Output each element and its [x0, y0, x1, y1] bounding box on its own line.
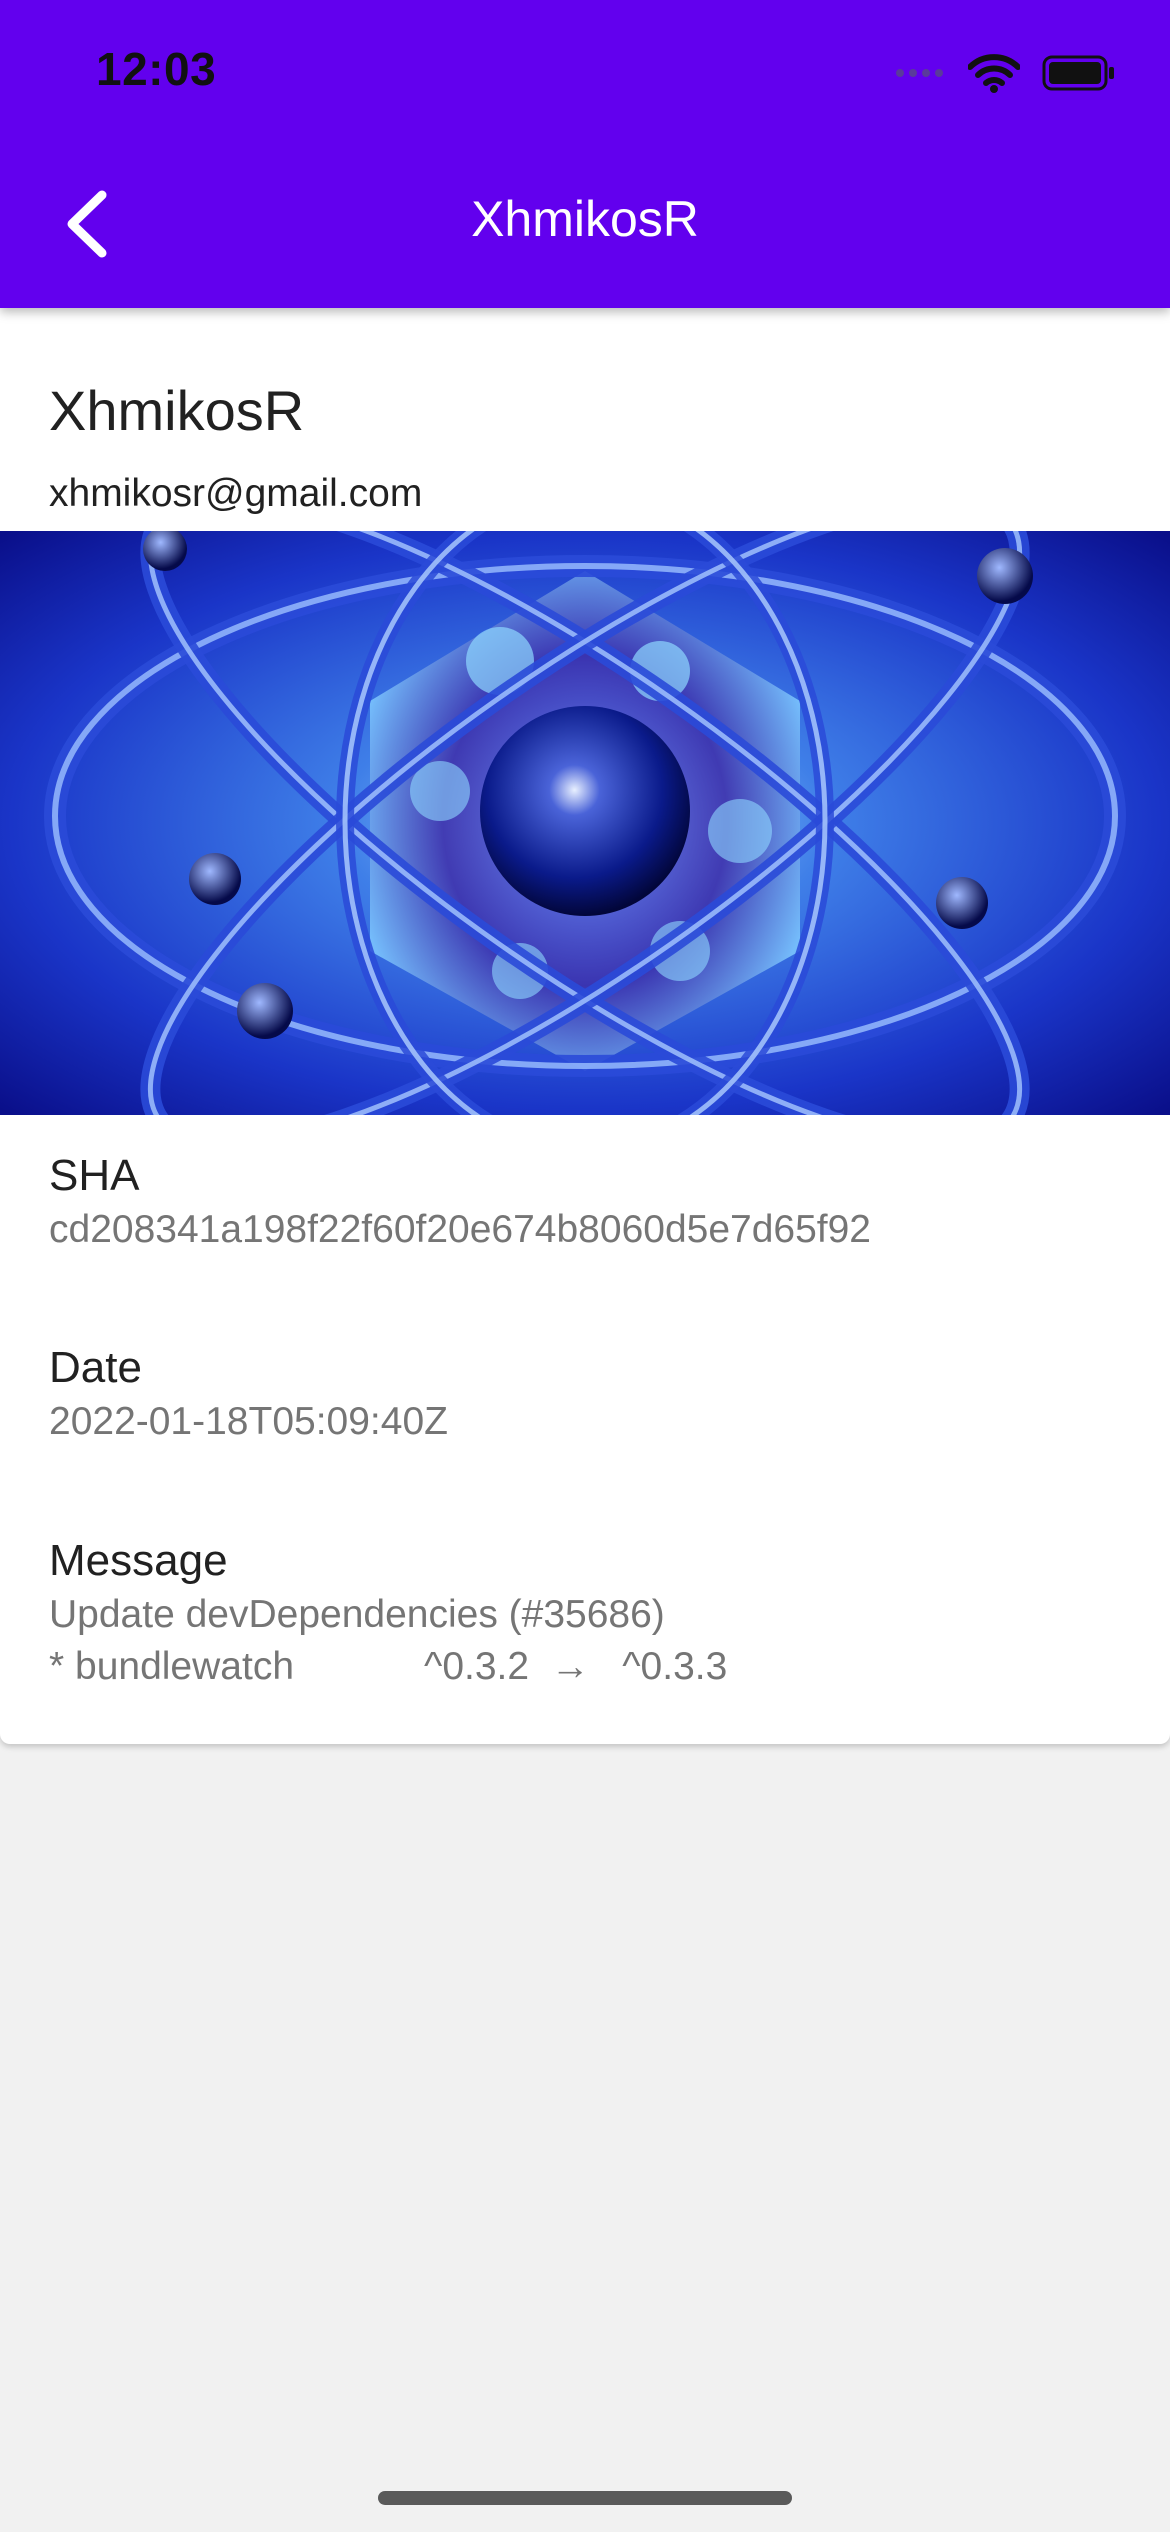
author-email: xhmikosr@gmail.com	[49, 472, 423, 515]
page-title: XhmikosR	[471, 191, 699, 247]
signal-icon	[894, 63, 946, 88]
author-name: XhmikosR	[49, 379, 305, 442]
commit-detail-card: XhmikosR xhmikosr@gmail.com SHA cd208341…	[0, 308, 1170, 1744]
author-avatar-image	[0, 531, 1170, 1115]
sha-value: cd208341a198f22f60f20e674b8060d5e7d65f92	[49, 1208, 871, 1251]
message-line: * bundlewatch ^0.3.2 → ^0.3.3	[49, 1645, 728, 1688]
battery-icon	[1042, 55, 1116, 96]
status-time: 12:03	[96, 43, 217, 95]
date-value: 2022-01-18T05:09:40Z	[49, 1400, 448, 1443]
message-line: Update devDependencies (#35686)	[49, 1593, 665, 1636]
sha-label: SHA	[49, 1151, 140, 1200]
date-label: Date	[49, 1343, 142, 1392]
app-bar: 12:03 XhmikosR	[0, 0, 1170, 308]
message-section: Message Update devDependencies (#35686) …	[49, 1533, 727, 1693]
message-label: Message	[49, 1536, 228, 1585]
date-section: Date 2022-01-18T05:09:40Z	[49, 1340, 448, 1448]
wifi-icon	[967, 53, 1021, 98]
home-indicator[interactable]	[378, 2491, 792, 2505]
status-icons	[894, 50, 1116, 100]
sha-section: SHA cd208341a198f22f60f20e674b8060d5e7d6…	[49, 1148, 871, 1256]
